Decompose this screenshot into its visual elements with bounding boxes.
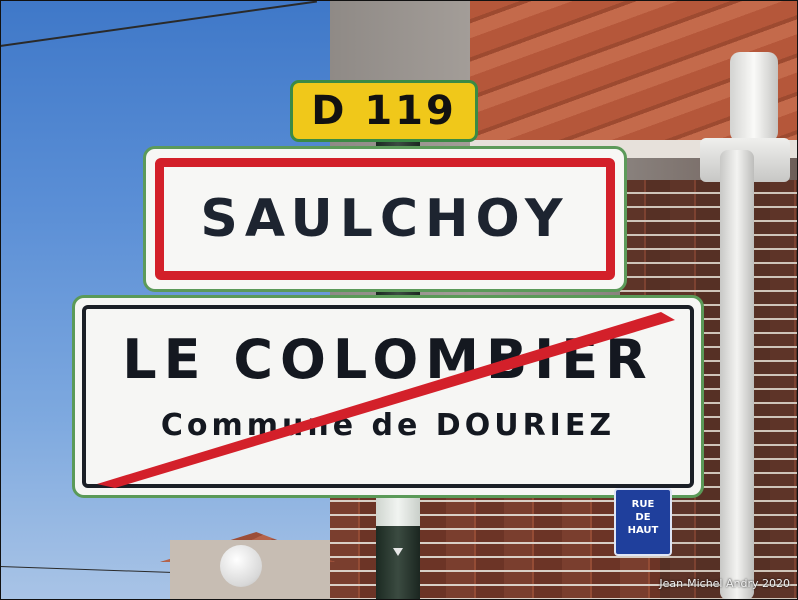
street-plate-line3: HAUT (627, 525, 659, 536)
photo-credit: Jean-Michel Andry 2020 (659, 577, 790, 590)
exit-sign-subtitle: Commune de DOURIEZ (160, 408, 616, 443)
exit-sign-title: LE COLOMBIER (122, 328, 654, 391)
drain-pipe-top (730, 52, 778, 142)
photo-scene: D 119 SAULCHOY LE COLOMBIER Commune de D… (0, 0, 798, 600)
satellite-dish (220, 545, 262, 587)
route-number: D 119 (311, 88, 457, 134)
power-line (0, 0, 318, 47)
street-name-plate: RUE DE HAUT (614, 488, 672, 556)
drain-pipe (720, 150, 754, 600)
town-name: SAULCHOY (200, 189, 570, 249)
route-number-sign: D 119 (290, 80, 478, 142)
street-plate-line2: DE (635, 512, 651, 523)
post-reflector-band (376, 496, 420, 526)
street-plate-line1: RUE (631, 499, 655, 510)
town-sign-red-border: SAULCHOY (155, 158, 615, 280)
town-entry-sign: SAULCHOY (143, 146, 627, 292)
town-exit-sign: LE COLOMBIER Commune de DOURIEZ (72, 295, 704, 498)
post-arrow-icon (393, 548, 403, 556)
